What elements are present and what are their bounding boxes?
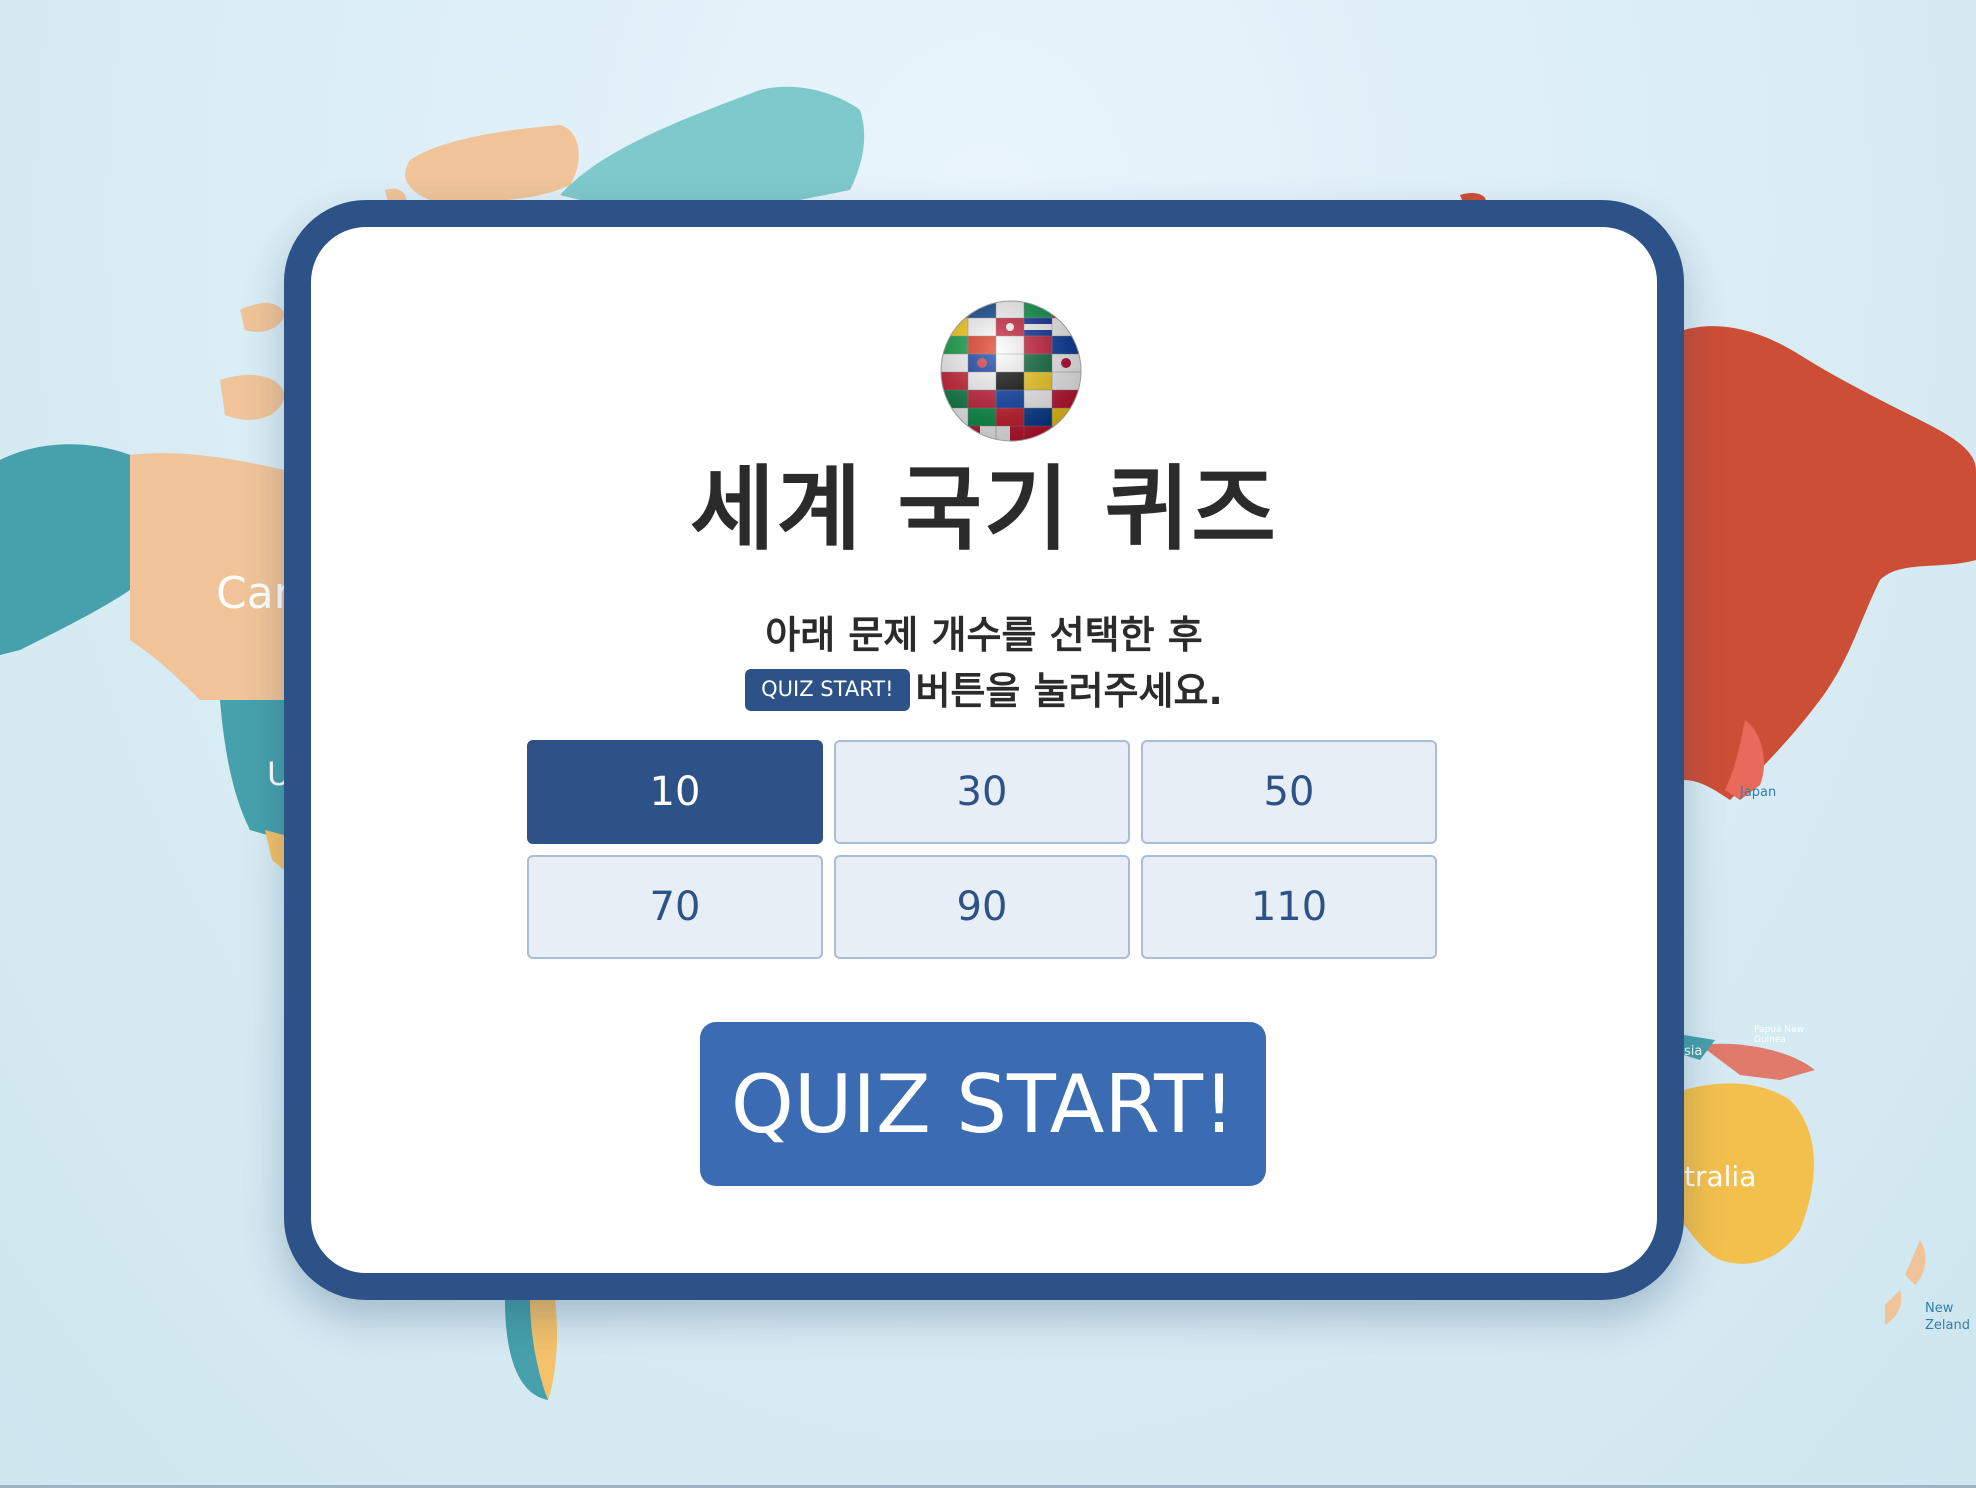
map-greenland (560, 86, 865, 205)
inline-quiz-start-badge: QUIZ START! (745, 668, 910, 711)
instruction-line-2-text: 버튼을 눌러주세요. (915, 669, 1223, 713)
count-option-110[interactable]: 110 (1141, 855, 1437, 959)
map-arctic-islands (405, 125, 579, 202)
map-label-papua-new-guinea: Papua New Guinea (1754, 1025, 1804, 1045)
map-new-zealand-2 (1885, 1290, 1902, 1325)
map-png (1700, 1043, 1815, 1080)
count-option-90[interactable]: 90 (834, 855, 1130, 959)
instruction-line-2: QUIZ START! 버튼을 눌러주세요. (311, 665, 1657, 717)
count-option-70[interactable]: 70 (527, 855, 823, 959)
map-label-indonesia: sia (1684, 1044, 1703, 1059)
map-label-new-zealand: New Zeland (1925, 1301, 1970, 1333)
map-canada-island (240, 303, 285, 332)
flag-globe-icon (940, 300, 1082, 442)
map-alaska (0, 444, 130, 655)
map-canada-island-2 (220, 375, 285, 420)
count-option-10[interactable]: 10 (527, 740, 823, 844)
page-title: 세계 국기 퀴즈 (690, 456, 1278, 563)
map-new-zealand (1905, 1240, 1926, 1285)
quiz-start-button[interactable]: QUIZ START! (700, 1022, 1266, 1186)
map-russia (1684, 326, 1976, 800)
count-option-30[interactable]: 30 (834, 740, 1130, 844)
map-label-australia: tralia (1684, 1160, 1757, 1193)
map-mexico (265, 830, 284, 870)
count-option-50[interactable]: 50 (1141, 740, 1437, 844)
page: Can U Japan Papua New Guinea sia tralia … (0, 0, 1976, 1488)
quiz-start-card: 세계 국기 퀴즈 아래 문제 개수를 선택한 후 QUIZ START! 버튼을 … (284, 200, 1684, 1300)
instruction-line-1: 아래 문제 개수를 선택한 후 (765, 613, 1203, 657)
map-label-japan: Japan (1740, 785, 1777, 800)
question-count-options: 10 30 50 70 90 110 (527, 740, 1441, 959)
